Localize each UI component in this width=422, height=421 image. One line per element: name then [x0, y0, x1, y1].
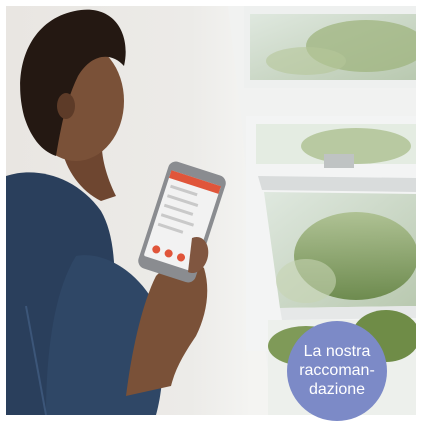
- sash-top-bar: [258, 176, 416, 192]
- ear: [57, 93, 75, 119]
- image-frame: La nostra raccoman- dazione: [0, 0, 422, 421]
- badge-line-3: dazione: [308, 380, 366, 398]
- badge-line-1: La nostra: [303, 342, 371, 360]
- top-foliage: [301, 128, 411, 164]
- badge-line-2: raccoman-: [299, 361, 375, 379]
- smartphone: [138, 161, 226, 283]
- recommendation-badge: La nostra raccoman- dazione: [287, 321, 387, 421]
- upper-foliage-2: [266, 47, 346, 75]
- sash-foliage-2: [276, 259, 336, 303]
- recommendation-badge-text: La nostra raccoman- dazione: [299, 342, 375, 399]
- sash-handle: [324, 154, 354, 168]
